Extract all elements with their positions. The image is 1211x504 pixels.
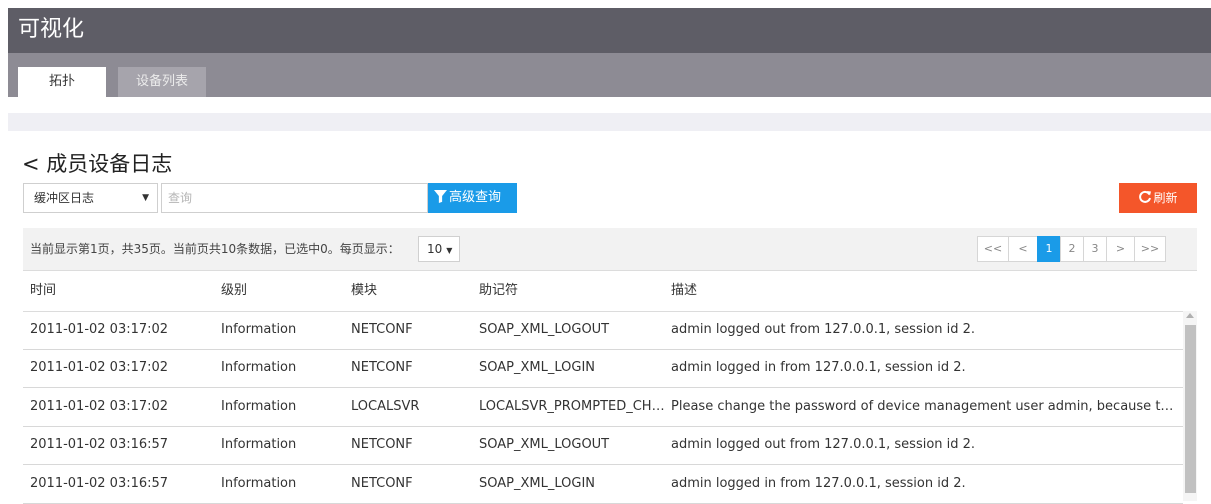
table-scrollbar[interactable] [1183, 311, 1197, 501]
cell-time: 2011-01-02 03:17:02 [30, 322, 169, 337]
tab-device-list[interactable]: 设备列表 [118, 67, 206, 97]
cell-module: LOCALSVR [351, 399, 420, 414]
cell-level: Information [221, 437, 297, 452]
advanced-query-label: 高级查询 [449, 190, 502, 205]
cell-module: NETCONF [351, 437, 413, 452]
cell-mnemonic: SOAP_XML_LOGOUT [479, 322, 610, 337]
page-3-button[interactable]: 3 [1083, 236, 1107, 262]
cell-module: NETCONF [351, 360, 413, 375]
page-1-button[interactable]: 1 [1037, 236, 1061, 262]
cell-mnemonic: SOAP_XML_LOGIN [479, 476, 595, 491]
tab-topology[interactable]: 拓扑 [18, 67, 106, 97]
cell-description: admin logged out from 127.0.0.1, session… [671, 322, 976, 337]
advanced-query-button[interactable]: 高级查询 [428, 183, 517, 213]
log-type-select[interactable]: 缓冲区日志 ▼ [23, 183, 158, 213]
cell-level: Information [221, 322, 297, 337]
prev-page-button[interactable]: < [1008, 236, 1038, 262]
chevron-down-icon: ▼ [142, 193, 149, 203]
column-header-description[interactable]: 描述 [671, 271, 1181, 311]
app-title: 可视化 [18, 17, 85, 42]
page-2-button[interactable]: 2 [1060, 236, 1084, 262]
column-header-mnemonic[interactable]: 助记符 [479, 271, 669, 311]
page-status-text: 当前显示第1页，共35页。当前页共10条数据，已选中0。每页显示： [30, 242, 400, 256]
cell-level: Information [221, 399, 297, 414]
section-divider [8, 113, 1211, 131]
cell-description: admin logged in from 127.0.0.1, session … [671, 360, 966, 375]
cell-time: 2011-01-02 03:17:02 [30, 360, 169, 375]
cell-description: Please change the password of device man… [671, 399, 1181, 414]
cell-level: Information [221, 476, 297, 491]
table-row[interactable]: 2011-01-02 03:17:02 Information LOCALSVR… [23, 388, 1183, 427]
cell-module: NETCONF [351, 322, 413, 337]
cell-description: admin logged out from 127.0.0.1, session… [671, 437, 976, 452]
table-row[interactable]: 2011-01-02 03:17:02 Information NETCONF … [23, 349, 1183, 388]
cell-time: 2011-01-02 03:17:02 [30, 399, 169, 414]
column-header-time[interactable]: 时间 [30, 271, 215, 311]
cell-description: admin logged in from 127.0.0.1, session … [671, 476, 966, 491]
column-header-module[interactable]: 模块 [351, 271, 471, 311]
cell-time: 2011-01-02 03:16:57 [30, 476, 169, 491]
column-header-level[interactable]: 级别 [221, 271, 341, 311]
table-row[interactable]: 2011-01-02 03:16:57 Information NETCONF … [23, 465, 1183, 504]
chevron-down-icon: ▼ [446, 246, 453, 255]
page-title[interactable]: < 成员设备日志 [22, 148, 172, 178]
next-page-button[interactable]: > [1106, 236, 1135, 262]
pagination: << < 1 2 3 > >> [977, 236, 1166, 262]
cell-module: NETCONF [351, 476, 413, 491]
cell-mnemonic: SOAP_XML_LOGIN [479, 360, 595, 375]
refresh-icon [1139, 190, 1152, 203]
refresh-button[interactable]: 刷新 [1119, 183, 1197, 213]
log-type-value: 缓冲区日志 [34, 191, 95, 205]
last-page-button[interactable]: >> [1134, 236, 1166, 262]
scroll-up-icon[interactable] [1186, 313, 1194, 318]
table-row[interactable]: 2011-01-02 03:16:57 Information NETCONF … [23, 426, 1183, 465]
tab-bar: 拓扑 设备列表 [8, 53, 1211, 97]
scrollbar-thumb[interactable] [1185, 325, 1196, 493]
page-size-select[interactable]: 10 ▼ [418, 236, 460, 262]
search-input[interactable] [161, 183, 428, 213]
table-body: 2011-01-02 03:17:02 Information NETCONF … [23, 311, 1183, 504]
refresh-label: 刷新 [1153, 191, 1178, 205]
filter-icon [434, 190, 447, 203]
cell-mnemonic: LOCALSVR_PROMPTED_CHA... [479, 399, 669, 414]
cell-time: 2011-01-02 03:16:57 [30, 437, 169, 452]
table-info-bar: 当前显示第1页，共35页。当前页共10条数据，已选中0。每页显示： 10 ▼ <<… [23, 228, 1197, 270]
table-header: 时间 级别 模块 助记符 描述 [23, 270, 1197, 312]
page-size-value: 10 [427, 242, 443, 256]
cell-mnemonic: SOAP_XML_LOGOUT [479, 437, 610, 452]
cell-level: Information [221, 360, 297, 375]
app-header: 可视化 [8, 8, 1211, 53]
table-row[interactable]: 2011-01-02 03:17:02 Information NETCONF … [23, 311, 1183, 350]
first-page-button[interactable]: << [977, 236, 1009, 262]
